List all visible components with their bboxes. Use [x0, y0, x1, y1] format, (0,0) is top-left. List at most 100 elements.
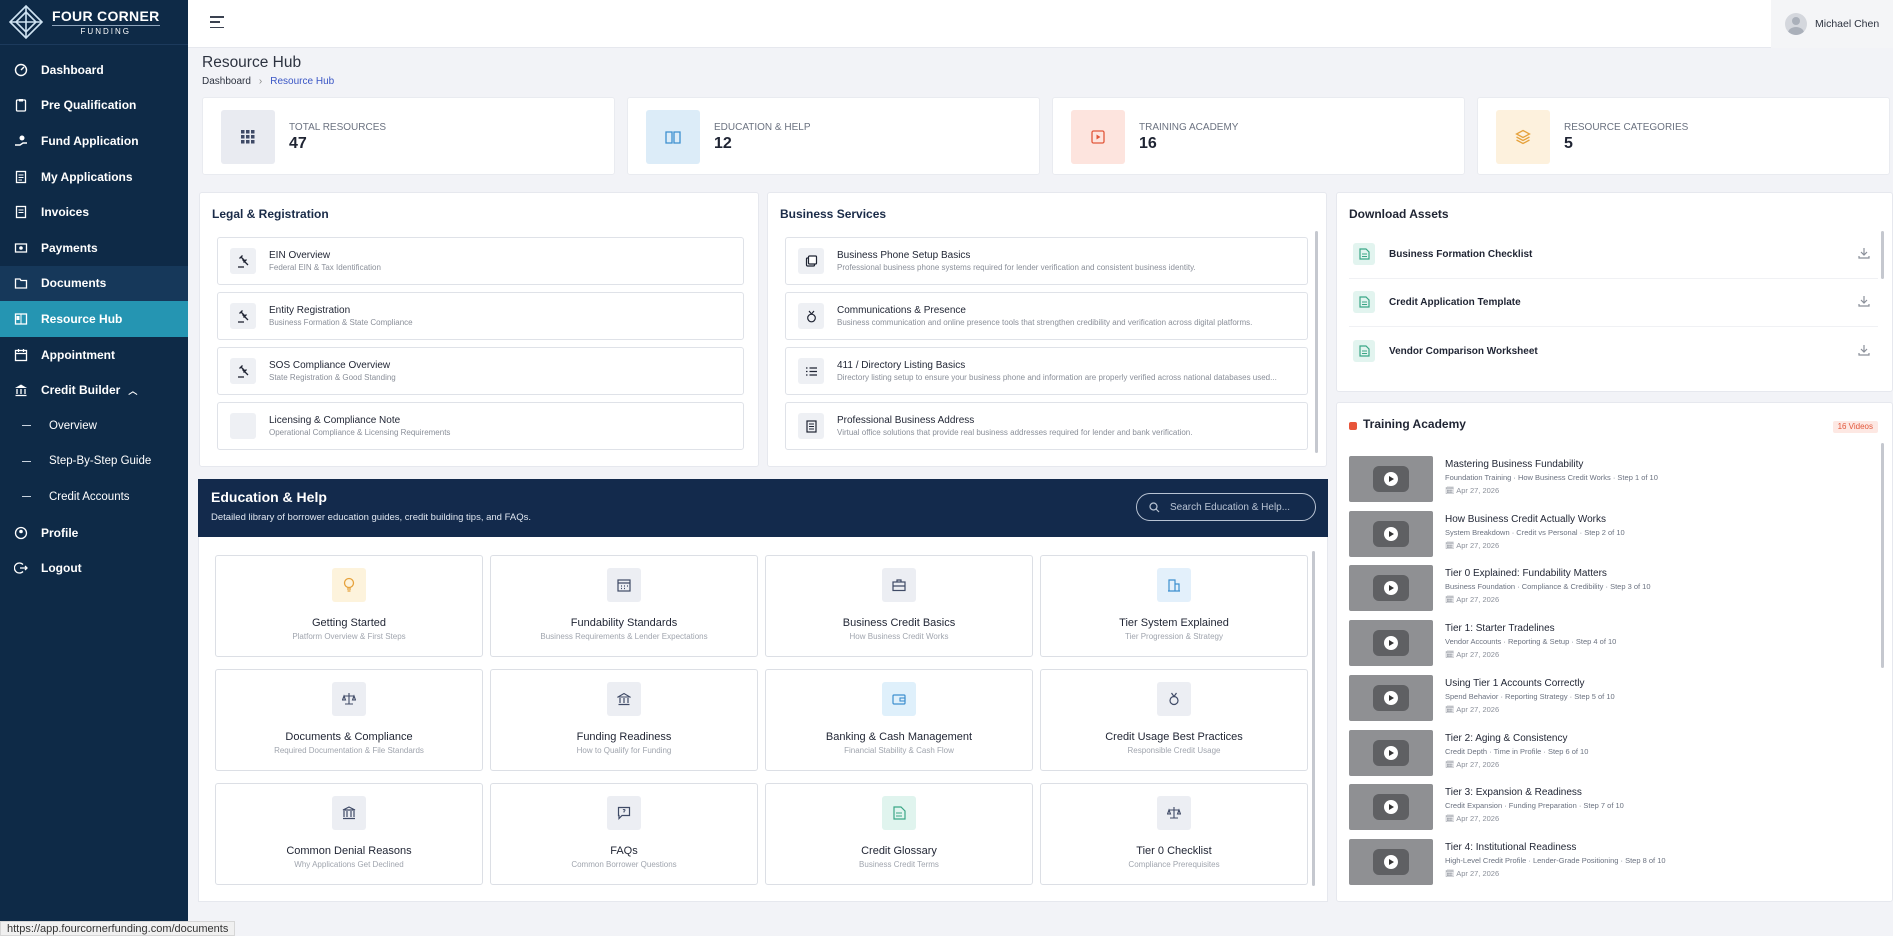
sidebar-item-label: Pre Qualification	[41, 98, 137, 113]
training-marker-icon	[1349, 422, 1357, 430]
sidebar-item-logout[interactable]: Logout	[0, 550, 188, 586]
panel-scrollbar[interactable]	[1881, 443, 1884, 668]
sidebar-item-label: Documents	[41, 276, 107, 291]
business-services-panel: Business Services Business Phone Setup B…	[767, 192, 1327, 467]
video-row[interactable]: How Business Credit Actually Works Syste…	[1349, 511, 1876, 557]
briefcase-icon	[882, 568, 916, 602]
edu-card-credit-glossary[interactable]: Credit Glossary Business Credit Terms	[765, 783, 1033, 885]
download-assets-panel: Download Assets Business Formation Check…	[1336, 192, 1893, 392]
edu-card-fundability-standards[interactable]: Fundability Standards Business Requireme…	[490, 555, 758, 657]
sidebar-item-label: Fund Application	[41, 133, 139, 148]
clipboard-icon	[14, 98, 28, 113]
video-row[interactable]: Tier 0 Explained: Fundability Matters Bu…	[1349, 565, 1876, 611]
edu-card-common-denial[interactable]: Common Denial Reasons Why Applications G…	[215, 783, 483, 885]
breadcrumb: Dashboard › Resource Hub	[202, 76, 334, 87]
panel-scrollbar[interactable]	[1315, 231, 1318, 453]
panel-scrollbar[interactable]	[1881, 231, 1884, 279]
download-icon[interactable]	[1858, 344, 1870, 356]
document-icon	[882, 796, 916, 830]
stat-value: 47	[289, 135, 307, 152]
video-row[interactable]: Tier 1: Starter Tradelines Vendor Accoun…	[1349, 620, 1876, 666]
resource-row-communications[interactable]: Communications & Presence Business commu…	[785, 292, 1308, 340]
sidebar-item-invoices[interactable]: Invoices	[0, 194, 188, 230]
card-title: Tier 0 Checklist	[1136, 845, 1212, 857]
edu-card-faqs[interactable]: FAQs Common Borrower Questions	[490, 783, 758, 885]
browser-status-url: https://app.fourcornerfunding.com/docume…	[0, 921, 236, 936]
video-date: 🗓 Apr 27, 2026	[1445, 486, 1500, 495]
sidebar-item-credit-builder[interactable]: Credit Builder ︿	[0, 372, 188, 408]
resource-row-entity-registration[interactable]: Entity Registration Business Formation &…	[217, 292, 744, 340]
sidebar-item-label: Credit Builder	[41, 383, 121, 398]
edu-card-banking-cash[interactable]: Banking & Cash Management Financial Stab…	[765, 669, 1033, 771]
resource-row-ein-overview[interactable]: EIN Overview Federal EIN & Tax Identific…	[217, 237, 744, 285]
sidebar-item-profile[interactable]: Profile	[0, 515, 188, 551]
edu-card-tier-system-explained[interactable]: Tier System Explained Tier Progression &…	[1040, 555, 1308, 657]
sidebar-item-label: Invoices	[41, 205, 90, 220]
user-menu[interactable]: Michael Chen	[1771, 0, 1893, 48]
edu-card-tier0-checklist[interactable]: Tier 0 Checklist Compliance Prerequisite…	[1040, 783, 1308, 885]
resource-row-business-address[interactable]: Professional Business Address Virtual of…	[785, 402, 1308, 450]
list-icon	[798, 358, 824, 384]
card-subtitle: Common Borrower Questions	[571, 860, 677, 869]
resource-subtitle: Business communication and online presen…	[837, 318, 1253, 327]
user-icon	[14, 526, 28, 540]
stat-label: RESOURCE CATEGORIES	[1564, 122, 1689, 133]
video-date: 🗓 Apr 27, 2026	[1445, 705, 1500, 714]
card-title: Documents & Compliance	[285, 731, 413, 743]
download-title: Business Formation Checklist	[1389, 249, 1533, 260]
video-row[interactable]: Tier 3: Expansion & Readiness Credit Exp…	[1349, 784, 1876, 830]
stat-card-resource-categories: RESOURCE CATEGORIES 5	[1477, 97, 1890, 175]
card-subtitle: Compliance Prerequisites	[1128, 860, 1220, 869]
card-title: Credit Usage Best Practices	[1105, 731, 1243, 743]
sidebar-item-my-applications[interactable]: My Applications	[0, 159, 188, 195]
card-title: Funding Readiness	[576, 731, 672, 743]
card-title: Getting Started	[312, 617, 386, 629]
sidebar-item-credit-accounts[interactable]: Credit Accounts	[0, 479, 188, 515]
education-subtitle: Detailed library of borrower education g…	[211, 512, 532, 523]
menu-toggle-icon[interactable]	[210, 16, 224, 28]
lightbulb-icon	[332, 568, 366, 602]
resource-row-business-phone[interactable]: Business Phone Setup Basics Professional…	[785, 237, 1308, 285]
sidebar-item-documents[interactable]: Documents	[0, 265, 188, 302]
card-title: Credit Glossary	[861, 845, 937, 857]
download-icon[interactable]	[1858, 295, 1870, 307]
sidebar-item-fund-application[interactable]: Fund Application	[0, 123, 188, 159]
download-row[interactable]: Credit Application Template	[1349, 279, 1878, 327]
stat-value: 16	[1139, 135, 1157, 152]
resource-row-sos-compliance[interactable]: SOS Compliance Overview State Registrati…	[217, 347, 744, 395]
layers-icon	[1496, 110, 1550, 164]
edu-card-funding-readiness[interactable]: Funding Readiness How to Qualify for Fun…	[490, 669, 758, 771]
edu-card-getting-started[interactable]: Getting Started Platform Overview & Firs…	[215, 555, 483, 657]
document-icon	[1353, 291, 1375, 313]
sidebar-item-dashboard[interactable]: Dashboard	[0, 52, 188, 88]
video-row[interactable]: Tier 4: Institutional Readiness High-Lev…	[1349, 839, 1876, 885]
sidebar-item-overview[interactable]: Overview	[0, 408, 188, 444]
edu-card-credit-usage[interactable]: Credit Usage Best Practices Responsible …	[1040, 669, 1308, 771]
sidebar-item-label: Payments	[41, 240, 98, 255]
chevron-up-icon[interactable]: ︿	[128, 384, 137, 397]
download-row[interactable]: Vendor Comparison Worksheet	[1349, 328, 1878, 376]
download-row[interactable]: Business Formation Checklist	[1349, 231, 1878, 279]
video-row[interactable]: Tier 2: Aging & Consistency Credit Depth…	[1349, 730, 1876, 776]
panel-scrollbar[interactable]	[1312, 551, 1315, 886]
scale-icon	[332, 682, 366, 716]
video-row[interactable]: Mastering Business Fundability Foundatio…	[1349, 456, 1876, 502]
sidebar-item-payments[interactable]: Payments	[0, 230, 188, 266]
brand-logo[interactable]: FOUR CORNER FUNDING	[0, 0, 188, 45]
resource-row-directory-listing[interactable]: 411 / Directory Listing Basics Directory…	[785, 347, 1308, 395]
edu-card-documents-compliance[interactable]: Documents & Compliance Required Document…	[215, 669, 483, 771]
download-icon[interactable]	[1858, 247, 1870, 259]
wallet-icon	[882, 682, 916, 716]
sidebar-item-appointment[interactable]: Appointment	[0, 337, 188, 373]
breadcrumb-dashboard[interactable]: Dashboard	[202, 76, 251, 87]
sidebar-item-pre-qualification[interactable]: Pre Qualification	[0, 88, 188, 124]
resource-row-licensing-compliance[interactable]: Licensing & Compliance Note Operational …	[217, 402, 744, 450]
card-subtitle: Required Documentation & File Standards	[274, 746, 424, 755]
resource-title: Communications & Presence	[837, 305, 966, 316]
sidebar-item-resource-hub[interactable]: Resource Hub	[0, 301, 188, 337]
video-row[interactable]: Using Tier 1 Accounts Correctly Spend Be…	[1349, 675, 1876, 721]
education-title: Education & Help	[211, 489, 327, 505]
sidebar-item-step-by-step-guide[interactable]: Step-By-Step Guide	[0, 444, 188, 480]
edu-card-business-credit-basics[interactable]: Business Credit Basics How Business Cred…	[765, 555, 1033, 657]
education-search-input[interactable]: Search Education & Help...	[1136, 493, 1316, 521]
